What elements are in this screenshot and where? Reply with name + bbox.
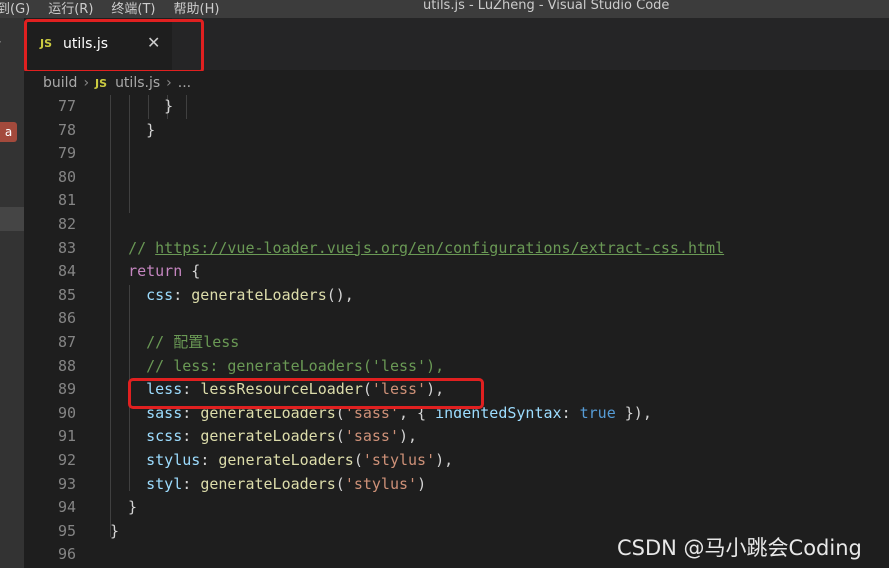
code-line-87: // 配置less: [110, 331, 889, 355]
activity-selected-item[interactable]: [0, 207, 24, 231]
breadcrumb-more[interactable]: ...: [178, 75, 191, 91]
menu-terminal[interactable]: 终端(T): [111, 0, 155, 17]
highlight-box-tab: [24, 19, 204, 73]
code-line-91: scss: generateLoaders('sass'),: [146, 427, 418, 446]
line-number: 78: [57, 120, 76, 139]
code-line-85: css: generateLoaders(),: [146, 285, 354, 304]
code-line-77: }: [110, 97, 174, 115]
breadcrumb-file[interactable]: utils.js: [115, 75, 160, 91]
code-line-93: styl: generateLoaders('stylus'): [146, 474, 427, 493]
comment: // less: generateLoaders('less'),: [146, 356, 445, 375]
string-literal: 'stylus': [344, 474, 418, 493]
string-literal: 'stylus': [362, 450, 436, 469]
javascript-file-icon: JS: [95, 76, 108, 90]
line-number: 87: [57, 332, 76, 351]
function-name: generateLoaders: [200, 427, 336, 446]
activity-badge[interactable]: a: [0, 122, 17, 142]
highlight-box-code: [128, 378, 484, 409]
line-number: 86: [57, 309, 76, 328]
string-literal: 'sass': [344, 427, 399, 446]
activity-bar: › a: [0, 18, 24, 568]
title-bar: 到(G) 运行(R) 终端(T) 帮助(H) utils.js - LuZhen…: [0, 0, 889, 18]
line-number: 91: [57, 427, 76, 446]
watermark: CSDN @马小跳会Coding: [617, 536, 862, 560]
breadcrumb-folder[interactable]: build: [43, 75, 77, 91]
line-number: 79: [57, 144, 76, 163]
line-number-gutter: 77 78 79 80 81 82 83 84 85 86 87 88 89 9…: [24, 95, 76, 567]
code-lines: } } // https://vue-loader.vuejs.org/en/c…: [110, 95, 889, 567]
chevron-right-icon: ›: [166, 75, 172, 91]
line-number: 82: [57, 214, 76, 233]
code-line-92: stylus: generateLoaders('stylus'),: [146, 450, 454, 469]
comment-link[interactable]: https://vue-loader.vuejs.org/en/configur…: [155, 239, 724, 257]
line-number: 85: [57, 285, 76, 304]
line-number: 84: [57, 262, 76, 281]
property-stylus: stylus: [146, 450, 201, 469]
menu-run[interactable]: 运行(R): [48, 0, 93, 17]
function-name: generateLoaders: [200, 474, 336, 493]
line-number: 96: [57, 545, 76, 564]
property-scss: scss: [146, 427, 183, 446]
code-text: {: [182, 262, 201, 281]
function-name: generateLoaders: [218, 450, 354, 469]
code-line-94: }: [110, 498, 138, 517]
menu-help[interactable]: 帮助(H): [174, 0, 220, 17]
code-line-88: // less: generateLoaders('less'),: [110, 355, 889, 379]
code-line-83: // https://vue-loader.vuejs.org/en/confi…: [110, 237, 889, 261]
line-number: 80: [57, 167, 76, 186]
chevron-right-icon[interactable]: ›: [0, 34, 2, 50]
property-css: css: [146, 285, 174, 304]
line-number: 81: [57, 191, 76, 210]
code-text: (),: [326, 285, 354, 304]
line-number: 93: [57, 474, 76, 493]
line-number: 83: [57, 238, 76, 257]
menu-bar: 到(G) 运行(R) 终端(T) 帮助(H): [0, 0, 237, 17]
comment: // 配置less: [146, 332, 240, 351]
line-number: 89: [57, 380, 76, 399]
menu-goto[interactable]: 到(G): [0, 0, 30, 17]
breadcrumb: build › JS utils.js › ...: [24, 71, 889, 95]
property-styl: styl: [146, 474, 183, 493]
return-keyword: return: [128, 262, 183, 281]
line-number: 90: [57, 403, 76, 422]
function-name: generateLoaders: [191, 285, 327, 304]
line-number: 94: [57, 498, 76, 517]
line-number: 95: [57, 521, 76, 540]
chevron-right-icon: ›: [83, 75, 90, 91]
line-number: 77: [57, 97, 76, 115]
code-line-78: }: [110, 120, 156, 139]
comment-prefix: //: [128, 238, 156, 257]
line-number: 92: [57, 450, 76, 469]
code-editor[interactable]: 77 78 79 80 81 82 83 84 85 86 87 88 89 9…: [24, 95, 889, 568]
line-number: 88: [57, 356, 76, 375]
code-line-84: return {: [110, 260, 889, 284]
window-title: utils.js - LuZheng - Visual Studio Code: [423, 0, 670, 13]
boolean-literal: true: [579, 403, 616, 422]
